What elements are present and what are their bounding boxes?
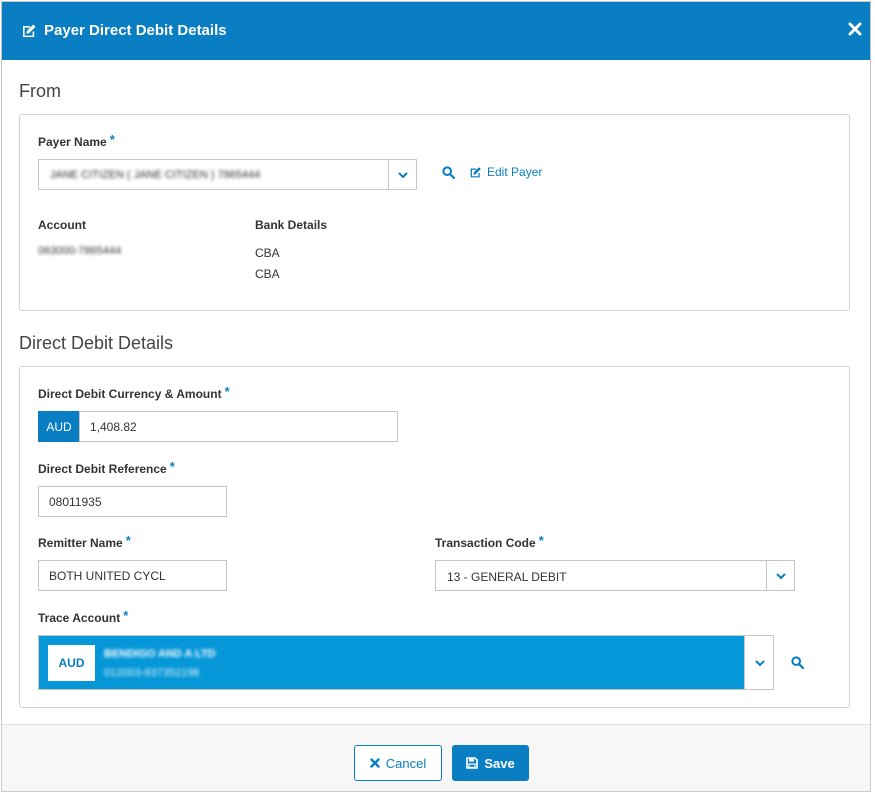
account-label: Account xyxy=(38,218,86,232)
direct-debit-panel: Direct Debit Currency & Amount * AUD 1,40… xyxy=(19,366,850,708)
cancel-label: Cancel xyxy=(385,755,427,771)
payer-name-select[interactable]: JANE CITIZEN ( JANE CITIZEN ) 7865444 xyxy=(38,159,417,190)
direct-debit-section-title: Direct Debit Details xyxy=(19,333,174,353)
account-value: 063000-7865444 xyxy=(38,245,122,257)
edit-payer-link[interactable]: Edit Payer xyxy=(469,165,542,179)
bank-line-1: CBA xyxy=(255,246,280,260)
save-label: Save xyxy=(484,755,515,771)
modal-footer: Cancel Save xyxy=(2,724,870,791)
cancel-button[interactable]: Cancel xyxy=(354,745,442,781)
transaction-code-label: Transaction Code * xyxy=(435,533,544,550)
close-icon xyxy=(370,758,380,768)
trace-account-select[interactable]: AUD BENDIGO AND A LTD 012003-837352198 xyxy=(38,635,774,690)
remitter-label: Remitter Name * xyxy=(38,533,131,550)
modal-title: Payer Direct Debit Details xyxy=(44,22,227,39)
payer-direct-debit-modal: Payer Direct Debit Details From Payer Na… xyxy=(1,1,871,792)
chevron-down-icon[interactable] xyxy=(766,561,794,590)
reference-label: Direct Debit Reference * xyxy=(38,459,175,476)
trace-account-name: BENDIGO AND A LTD xyxy=(104,648,216,660)
chevron-down-icon[interactable] xyxy=(388,160,416,189)
transaction-code-value: 13 - GENERAL DEBIT xyxy=(447,570,567,584)
edit-payer-label: Edit Payer xyxy=(487,165,543,179)
close-icon[interactable] xyxy=(846,20,864,38)
trace-currency-badge: AUD xyxy=(48,645,95,681)
transaction-code-select[interactable]: 13 - GENERAL DEBIT xyxy=(435,560,795,591)
currency-amount-label: Direct Debit Currency & Amount * xyxy=(38,384,230,401)
edit-icon xyxy=(21,23,37,39)
chevron-down-icon[interactable] xyxy=(744,636,773,689)
payer-name-value: JANE CITIZEN ( JANE CITIZEN ) 7865444 xyxy=(50,169,261,181)
bank-details-label: Bank Details xyxy=(255,218,328,232)
search-payer-icon[interactable] xyxy=(442,166,455,179)
trace-account-label: Trace Account * xyxy=(38,608,129,625)
currency-badge[interactable]: AUD xyxy=(38,411,80,442)
modal-header: Payer Direct Debit Details xyxy=(2,2,870,60)
amount-input[interactable]: 1,408.82 xyxy=(79,411,398,442)
bank-line-2: CBA xyxy=(255,267,280,281)
from-panel: Payer Name * JANE CITIZEN ( JANE CITIZEN … xyxy=(19,114,850,311)
edit-icon xyxy=(470,166,481,177)
reference-input[interactable]: 08011935 xyxy=(38,486,227,517)
trace-account-number: 012003-837352198 xyxy=(104,667,200,679)
search-trace-account-icon[interactable] xyxy=(791,656,804,669)
payer-name-label: Payer Name * xyxy=(38,132,115,149)
save-button[interactable]: Save xyxy=(452,745,529,781)
from-section-title: From xyxy=(19,81,61,101)
save-icon xyxy=(466,757,479,769)
remitter-input[interactable]: BOTH UNITED CYCL xyxy=(38,560,227,591)
